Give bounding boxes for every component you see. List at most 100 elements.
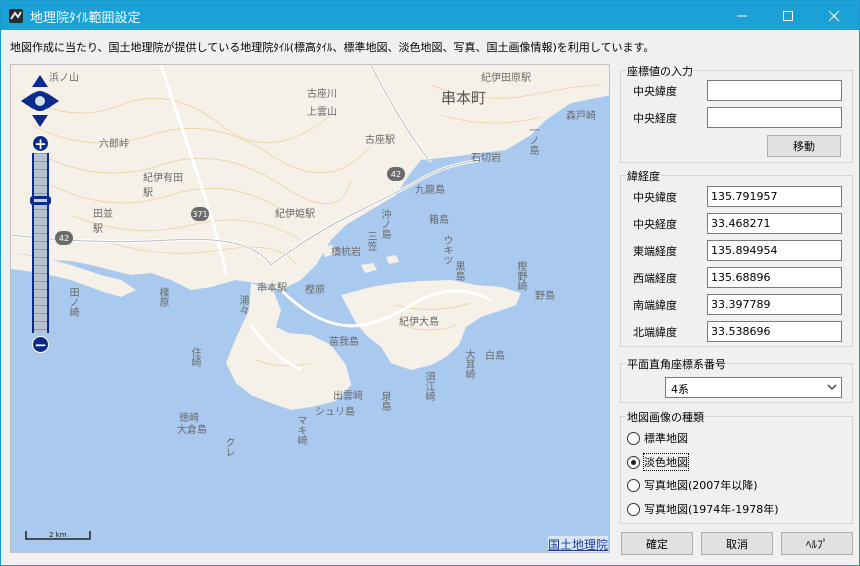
- plane-coordinate-title: 平面直角座標系番号: [626, 356, 727, 372]
- map-label-tanoshima: 田ノ崎: [67, 287, 78, 317]
- map-label-hashikuiiwa: 橋杭岩: [331, 247, 361, 258]
- radio-button[interactable]: [627, 455, 640, 469]
- dialog-window: 地理院ﾀｲﾙ範囲設定 地図作成に当たり、国土地理院が提供している地理院ﾀｲﾙ(標…: [0, 0, 860, 566]
- map-label-ooe: 大耳崎: [463, 349, 474, 379]
- center-lon-label: 中央経度: [633, 112, 677, 125]
- minimize-icon: [737, 15, 747, 16]
- map-label-dejima: 出雲崎: [333, 391, 363, 402]
- map-label-koza-river: 古座川: [307, 89, 337, 100]
- route-marker: 42: [55, 231, 73, 245]
- map-label-ohkura: 大倉島: [177, 425, 207, 436]
- help-button[interactable]: ﾍﾙﾌﾟ: [781, 532, 853, 555]
- window-title: 地理院ﾀｲﾙ範囲設定: [30, 11, 141, 26]
- map-label-morito: 森戸崎: [566, 111, 596, 122]
- map-label-sanbishima: 三笠: [365, 231, 376, 251]
- plane-coordinate-select[interactable]: 4系: [665, 377, 842, 398]
- map-label-kuroshima: 黒島: [453, 261, 464, 281]
- zoom-in-button[interactable]: +: [32, 135, 49, 153]
- map-label-koza-station: 古座駅: [365, 135, 395, 146]
- map-type-option-photo-1974[interactable]: 写真地図(1974年-1978年): [627, 501, 779, 517]
- map-label-kushimoto-town: 串本町: [441, 89, 487, 107]
- zoom-out-button[interactable]: −: [32, 336, 49, 354]
- minimize-button[interactable]: [719, 1, 765, 30]
- maximize-icon: [783, 10, 793, 21]
- move-button[interactable]: 移動: [767, 135, 841, 157]
- map-type-option-photo-2007[interactable]: 写真地図(2007年以降): [627, 477, 758, 493]
- scale-label: 2 km: [49, 531, 67, 539]
- radio-label: 標準地図: [644, 432, 688, 445]
- latlon-value[interactable]: 135.68896: [707, 267, 842, 288]
- maximize-button[interactable]: [765, 1, 811, 30]
- latlon-label: 西端経度: [633, 272, 677, 285]
- coordinate-input-group: 座標値の入力 中央緯度 中央経度 移動: [620, 63, 853, 163]
- coordinate-input-title: 座標値の入力: [626, 63, 694, 79]
- zoom-slider[interactable]: [32, 153, 49, 333]
- map-label-kii-himi-station: 紀伊姫駅: [275, 209, 315, 220]
- map-type-title: 地図画像の種類: [626, 409, 705, 425]
- route-marker: 42: [387, 167, 405, 181]
- map-view[interactable]: 串本町 紀伊田原駅 古座川 上雲山 古座駅 石切岩 森戸崎 一ノ島 浜ノ山 六郎…: [10, 64, 610, 553]
- latlon-label: 東端経度: [633, 245, 677, 258]
- latlon-title: 緯経度: [626, 168, 661, 184]
- map-label-shishiku: シュリ島: [315, 407, 355, 418]
- latlon-value[interactable]: 33.397789: [707, 294, 842, 315]
- latlon-group: 緯経度 中央緯度 135.791957 中央経度 33.468271 東端経度 …: [620, 168, 853, 347]
- attribution-link[interactable]: 国土地理院: [548, 536, 609, 552]
- map-label-hakama: 浦々: [237, 295, 248, 315]
- map-type-option-standard[interactable]: 標準地図: [627, 430, 688, 446]
- map-label-tanami-station: 田並駅: [93, 209, 113, 235]
- latlon-value[interactable]: 33.538696: [707, 321, 842, 342]
- title-bar: 地理院ﾀｲﾙ範囲設定: [1, 1, 859, 30]
- map-type-group: 地図画像の種類 標準地図 淡色地図 写真地図(2007年以降) 写真地図(197…: [620, 409, 853, 524]
- ok-button[interactable]: 確定: [621, 532, 693, 555]
- latlon-label: 中央緯度: [633, 191, 677, 204]
- map-label-kii-oshima: 紀伊大島: [399, 317, 439, 328]
- map-label-kokuchi: 檪原: [157, 287, 168, 307]
- radio-label: 写真地図(1974年-1978年): [644, 503, 779, 516]
- latlon-label: 中央経度: [633, 218, 677, 231]
- close-button[interactable]: [811, 1, 857, 30]
- latlon-value[interactable]: 135.894954: [707, 240, 842, 261]
- map-label-suzume: 須江崎: [423, 371, 434, 401]
- chevron-down-icon: [827, 384, 837, 390]
- zoom-slider-handle[interactable]: [30, 196, 51, 205]
- center-lon-input[interactable]: [707, 107, 842, 128]
- map-label-mashima: 箱島: [429, 215, 449, 226]
- map-label-kamiyuigi: 上雲山: [307, 107, 337, 118]
- radio-label: 淡色地図: [643, 453, 689, 471]
- map-label-ichinoshima: 一ノ島: [527, 125, 538, 155]
- latlon-label: 北端緯度: [633, 326, 677, 339]
- description-text: 地図作成に当たり、国土地理院が提供している地理院ﾀｲﾙ(標高ﾀｲﾙ、標準地図、淡…: [10, 41, 655, 54]
- close-icon: [828, 10, 840, 21]
- map-label-fuchinozaki: 樫野崎: [515, 261, 526, 291]
- map-label-kii-arita-station: 紀伊有田駅: [143, 173, 183, 199]
- radio-button[interactable]: [627, 431, 640, 445]
- map-label-rokuro: 六郎峠: [99, 139, 129, 150]
- map-label-mekami: マキ崎: [295, 415, 306, 445]
- center-lat-label: 中央緯度: [633, 85, 677, 98]
- map-label-shiro: 白島: [485, 351, 505, 362]
- radio-button[interactable]: [627, 478, 640, 492]
- latlon-value[interactable]: 135.791957: [707, 186, 842, 207]
- map-label-kushimoto-station: 串本駅: [257, 283, 287, 294]
- map-label-izumi: 泉島: [379, 391, 390, 411]
- pan-arrows-icon[interactable]: [21, 75, 59, 127]
- latlon-value[interactable]: 33.468271: [707, 213, 842, 234]
- map-type-option-pale[interactable]: 淡色地図: [627, 453, 689, 471]
- map-label-kii-tahara-station: 紀伊田原駅: [481, 73, 531, 84]
- route-marker: 371: [191, 207, 209, 221]
- map-label-ishikiri: 石切岩: [471, 153, 501, 164]
- cancel-button[interactable]: 取消: [701, 532, 773, 555]
- map-label-nohama: 野島: [535, 291, 555, 302]
- radio-button[interactable]: [627, 502, 640, 516]
- app-icon: [9, 9, 23, 23]
- map-label-kure: クレ: [223, 437, 234, 457]
- center-lat-input[interactable]: [707, 80, 842, 101]
- plane-coordinate-value: 4系: [671, 383, 689, 396]
- latlon-label: 南端緯度: [633, 299, 677, 312]
- map-label-torishima: 住崎: [189, 347, 200, 367]
- radio-label: 写真地図(2007年以降): [644, 479, 758, 492]
- map-label-okinoshima: 沖ノ島: [379, 209, 390, 239]
- plane-coordinate-group: 平面直角座標系番号 4系: [620, 356, 853, 403]
- map-label-kushimoto-shima: 苗我島: [329, 337, 359, 348]
